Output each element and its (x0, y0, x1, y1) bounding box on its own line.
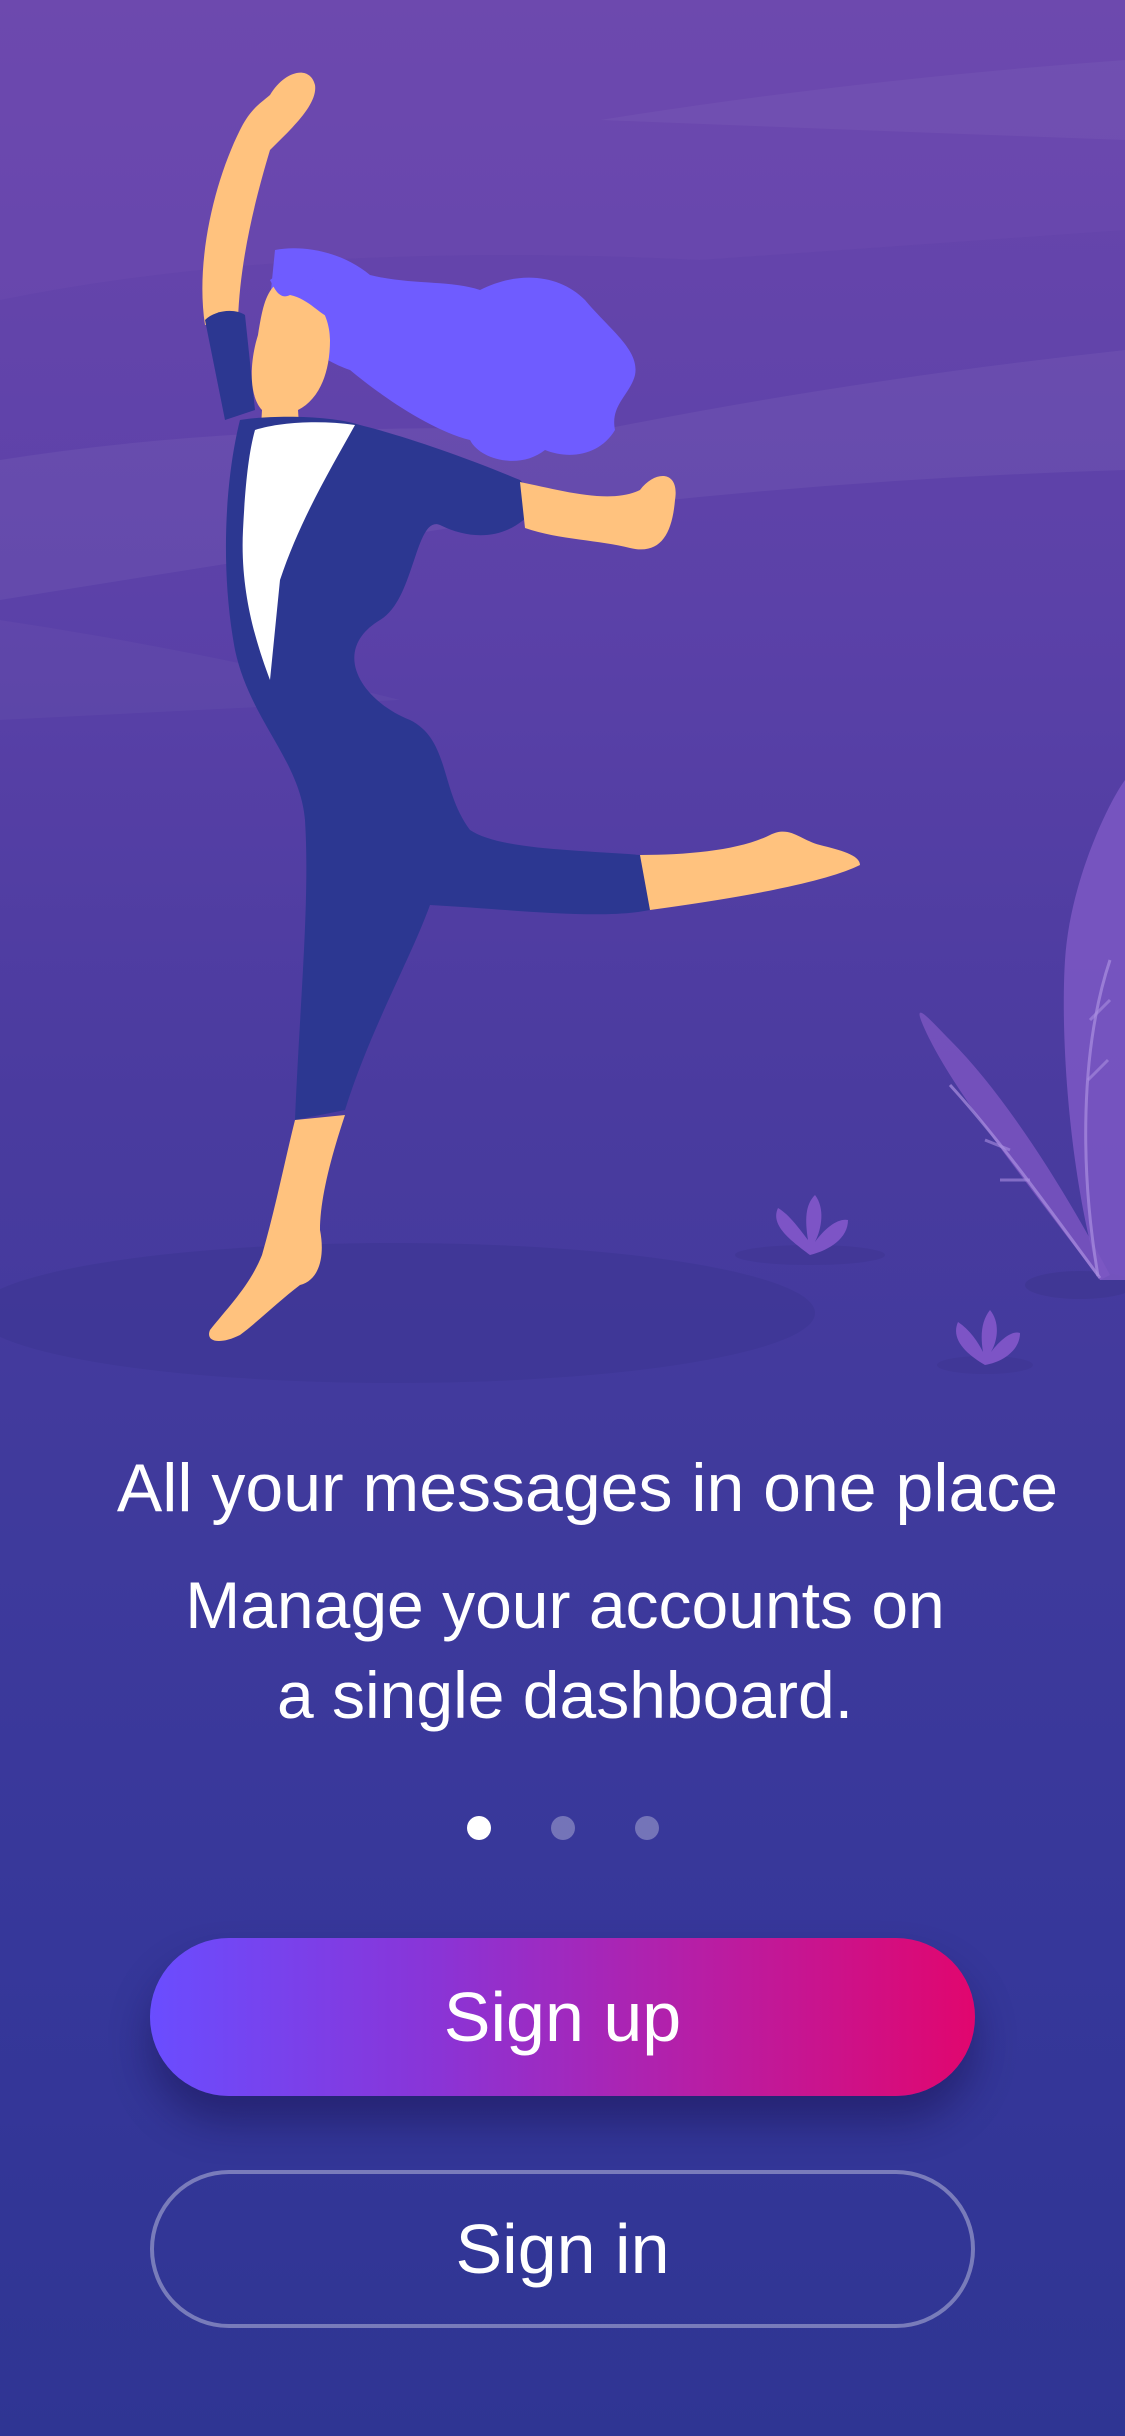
onboarding-headline: All your messages in one place (116, 1450, 1059, 1526)
background-swoosh (0, 0, 1125, 300)
woman-figure (202, 72, 860, 1342)
page-dot-3[interactable] (634, 1816, 659, 1840)
plant-illustration (919, 780, 1125, 1299)
signin-button-label: Sign in (455, 2210, 670, 2288)
signin-button[interactable]: Sign in (150, 2170, 975, 2328)
signup-button-label: Sign up (443, 1978, 682, 2056)
onboarding-subtext-line1: Manage your accounts on (185, 1568, 945, 1642)
page-indicator (0, 1816, 1125, 1840)
ground-shadow (0, 1243, 815, 1383)
dancing-woman-illustration (0, 0, 1125, 1383)
signup-button[interactable]: Sign up (150, 1938, 975, 2096)
onboarding-subtext: Manage your accounts on a single dashboa… (150, 1560, 980, 1740)
onboarding-subtext-line2: a single dashboard. (276, 1658, 854, 1732)
onboarding-screen: All your messages in one place Manage yo… (0, 0, 1125, 2436)
small-plant-illustration (735, 1195, 1033, 1374)
page-dot-1[interactable] (466, 1816, 491, 1840)
page-dot-2[interactable] (550, 1816, 575, 1840)
